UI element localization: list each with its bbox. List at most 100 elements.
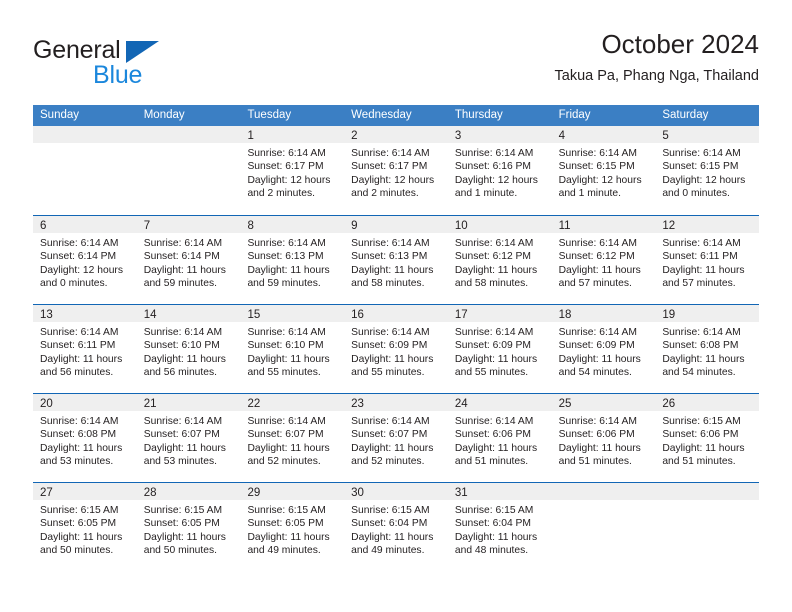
day-number-band: 18 [551, 305, 656, 322]
calendar-day-cell[interactable]: 24 Sunrise: 6:14 AM Sunset: 6:06 PM Dayligh… [447, 394, 552, 482]
weekday-header-saturday: Saturday [662, 109, 709, 121]
calendar-day-cell[interactable]: 15 Sunrise: 6:14 AM Sunset: 6:10 PM Dayligh… [240, 305, 345, 393]
daylight-text-line1: Daylight: 11 hours [454, 442, 538, 454]
day-sun-info: Sunrise: 6:14 AM Sunset: 6:17 PM Daylight:… [344, 143, 448, 201]
sunrise-text: Sunrise: 6:15 AM [662, 416, 741, 427]
daylight-text-line1: Daylight: 12 hours [40, 264, 123, 276]
calendar-day-cell[interactable]: 1 Sunrise: 6:14 AM Sunset: 6:17 PM Daylight… [240, 126, 345, 215]
calendar-day-cell[interactable]: 7 Sunrise: 6:14 AM Sunset: 6:14 PM Daylight… [136, 216, 241, 304]
calendar-day-cell[interactable]: 16 Sunrise: 6:14 AM Sunset: 6:09 PM Dayligh… [344, 305, 448, 393]
day-number-band: 29 [240, 483, 345, 500]
sunset-text: Sunset: 6:04 PM [454, 518, 532, 530]
sunset-text: Sunset: 6:11 PM [40, 340, 116, 352]
daylight-text-line2: and 59 minutes. [247, 278, 321, 290]
day-number: 1 [247, 130, 254, 142]
day-number-band: 16 [344, 305, 448, 322]
day-number-band: 12 [655, 216, 760, 233]
calendar-day-cell[interactable]: 5 Sunrise: 6:14 AM Sunset: 6:15 PM Daylight… [655, 126, 760, 215]
page-subtitle: Takua Pa, Phang Nga, Thailand [554, 68, 760, 84]
sunset-text: Sunset: 6:07 PM [143, 429, 220, 441]
day-number: 17 [454, 309, 468, 321]
calendar-day-cell[interactable]: 18 Sunrise: 6:14 AM Sunset: 6:09 PM Dayligh… [551, 305, 656, 393]
day-sun-info: Sunrise: 6:15 AM Sunset: 6:05 PM Daylight:… [240, 500, 344, 558]
calendar-day-cell[interactable]: 27 Sunrise: 6:15 AM Sunset: 6:05 PM Dayligh… [33, 483, 137, 571]
sunrise-text: Sunrise: 6:14 AM [143, 327, 223, 338]
daylight-text-line2: and 57 minutes. [662, 278, 736, 290]
sunset-text: Sunset: 6:15 PM [662, 161, 739, 173]
sunrise-text: Sunrise: 6:14 AM [351, 327, 430, 338]
daylight-text-line2: and 53 minutes. [40, 456, 114, 468]
sunrise-text: Sunrise: 6:14 AM [247, 148, 326, 159]
daylight-text-line2: and 51 minutes. [558, 456, 632, 468]
sunset-text: Sunset: 6:12 PM [454, 251, 532, 263]
daylight-text-line2: and 55 minutes. [247, 367, 321, 379]
calendar-week-row: 13 Sunrise: 6:14 AM Sunset: 6:11 PM Dayligh… [33, 304, 760, 393]
daylight-text-line1: Daylight: 11 hours [40, 353, 123, 365]
calendar-day-cell[interactable]: 28 Sunrise: 6:15 AM Sunset: 6:05 PM Dayligh… [136, 483, 241, 571]
daylight-text-line2: and 59 minutes. [143, 278, 217, 290]
day-number-band: 23 [344, 394, 448, 411]
day-number: 27 [40, 487, 53, 499]
calendar-day-cell[interactable]: 12 Sunrise: 6:14 AM Sunset: 6:11 PM Dayligh… [655, 216, 760, 304]
day-number-band [136, 126, 241, 143]
daylight-text-line2: and 0 minutes. [40, 278, 108, 290]
day-sun-info: Sunrise: 6:14 AM Sunset: 6:11 PM Daylight:… [655, 233, 759, 291]
day-sun-info: Sunrise: 6:14 AM Sunset: 6:15 PM Daylight:… [655, 143, 759, 201]
calendar-day-cell[interactable]: 9 Sunrise: 6:14 AM Sunset: 6:13 PM Daylight… [344, 216, 448, 304]
day-number: 4 [558, 130, 565, 142]
calendar-day-cell[interactable]: 19 Sunrise: 6:14 AM Sunset: 6:08 PM Dayligh… [655, 305, 760, 393]
daylight-text-line2: and 55 minutes. [351, 367, 425, 379]
daylight-text-line1: Daylight: 11 hours [247, 442, 330, 454]
daylight-text-line2: and 52 minutes. [247, 456, 321, 468]
day-sun-info: Sunrise: 6:14 AM Sunset: 6:10 PM Daylight:… [137, 322, 241, 380]
day-sun-info: Sunrise: 6:14 AM Sunset: 6:13 PM Daylight:… [240, 233, 344, 291]
calendar-day-cell[interactable]: 30 Sunrise: 6:15 AM Sunset: 6:04 PM Dayligh… [344, 483, 448, 571]
daylight-text-line2: and 56 minutes. [40, 367, 114, 379]
calendar-day-cell[interactable]: 21 Sunrise: 6:14 AM Sunset: 6:07 PM Dayligh… [136, 394, 241, 482]
calendar-day-cell[interactable]: 10 Sunrise: 6:14 AM Sunset: 6:12 PM Dayligh… [447, 216, 552, 304]
sunset-text: Sunset: 6:10 PM [143, 340, 220, 352]
day-number-band: 15 [240, 305, 345, 322]
sunrise-text: Sunrise: 6:14 AM [454, 416, 534, 427]
calendar-day-cell[interactable]: 4 Sunrise: 6:14 AM Sunset: 6:15 PM Daylight… [551, 126, 656, 215]
day-sun-info: Sunrise: 6:14 AM Sunset: 6:07 PM Daylight:… [240, 411, 344, 469]
daylight-text-line1: Daylight: 12 hours [351, 174, 435, 186]
calendar-day-cell[interactable]: 20 Sunrise: 6:14 AM Sunset: 6:08 PM Dayligh… [33, 394, 137, 482]
day-number-band: 24 [447, 394, 552, 411]
calendar-day-cell[interactable]: 8 Sunrise: 6:14 AM Sunset: 6:13 PM Daylight… [240, 216, 345, 304]
calendar-day-cell[interactable]: 14 Sunrise: 6:14 AM Sunset: 6:10 PM Dayligh… [136, 305, 241, 393]
day-number-band: 26 [655, 394, 760, 411]
sunset-text: Sunset: 6:15 PM [558, 161, 635, 173]
day-number-band [551, 483, 656, 500]
calendar-day-cell[interactable]: 13 Sunrise: 6:14 AM Sunset: 6:11 PM Dayligh… [33, 305, 137, 393]
calendar-day-cell[interactable]: 17 Sunrise: 6:14 AM Sunset: 6:09 PM Dayligh… [447, 305, 552, 393]
sunrise-text: Sunrise: 6:14 AM [40, 327, 119, 338]
day-number: 31 [454, 487, 468, 499]
calendar-day-cell[interactable]: 3 Sunrise: 6:14 AM Sunset: 6:16 PM Daylight… [447, 126, 552, 215]
calendar-day-cell[interactable]: 23 Sunrise: 6:14 AM Sunset: 6:07 PM Dayligh… [344, 394, 448, 482]
calendar-day-cell[interactable]: 31 Sunrise: 6:15 AM Sunset: 6:04 PM Dayligh… [447, 483, 552, 571]
calendar-day-cell[interactable]: 6 Sunrise: 6:14 AM Sunset: 6:14 PM Daylight… [33, 216, 137, 304]
day-number: 5 [662, 130, 669, 142]
sunset-text: Sunset: 6:11 PM [662, 251, 738, 263]
daylight-text-line2: and 2 minutes. [247, 188, 315, 200]
sunset-text: Sunset: 6:17 PM [247, 161, 324, 173]
calendar-day-cell[interactable]: 2 Sunrise: 6:14 AM Sunset: 6:17 PM Daylight… [344, 126, 448, 215]
daylight-text-line2: and 58 minutes. [454, 278, 529, 290]
daylight-text-line1: Daylight: 11 hours [143, 264, 226, 276]
daylight-text-line2: and 57 minutes. [558, 278, 632, 290]
day-number-band: 27 [33, 483, 137, 500]
day-sun-info: Sunrise: 6:14 AM Sunset: 6:10 PM Daylight:… [240, 322, 344, 380]
day-number: 26 [662, 398, 676, 410]
daylight-text-line2: and 50 minutes. [40, 545, 114, 557]
calendar-day-cell[interactable]: 25 Sunrise: 6:14 AM Sunset: 6:06 PM Dayligh… [551, 394, 656, 482]
calendar-day-cell[interactable]: 22 Sunrise: 6:14 AM Sunset: 6:07 PM Dayligh… [240, 394, 345, 482]
daylight-text-line1: Daylight: 11 hours [351, 353, 434, 365]
day-number: 29 [247, 487, 261, 499]
day-number-band: 25 [551, 394, 656, 411]
calendar-day-cell[interactable]: 29 Sunrise: 6:15 AM Sunset: 6:05 PM Dayligh… [240, 483, 345, 571]
daylight-text-line2: and 48 minutes. [454, 545, 529, 557]
daylight-text-line2: and 54 minutes. [558, 367, 632, 379]
calendar-day-cell[interactable]: 26 Sunrise: 6:15 AM Sunset: 6:06 PM Dayligh… [655, 394, 760, 482]
calendar-day-cell[interactable]: 11 Sunrise: 6:14 AM Sunset: 6:12 PM Dayligh… [551, 216, 656, 304]
